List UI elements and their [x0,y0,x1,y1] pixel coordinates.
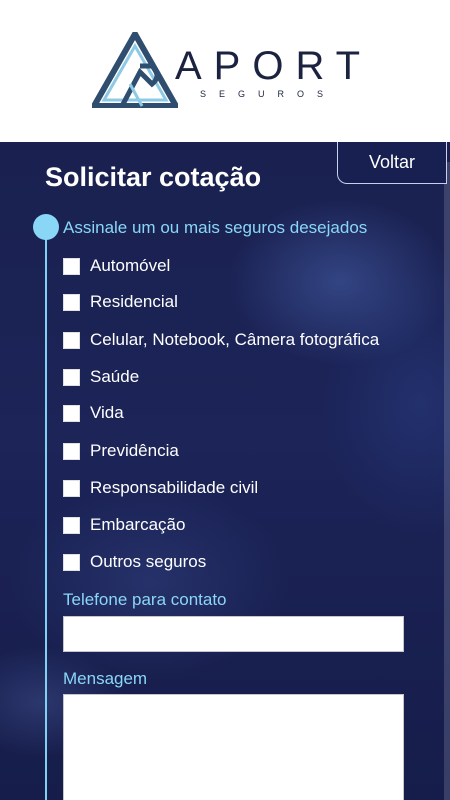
brand-name: APORT [175,44,373,88]
checkbox[interactable] [63,257,80,275]
option-residencial[interactable]: Residencial [63,290,178,314]
option-responsabilidade-civil[interactable]: Responsabilidade civil [63,476,258,500]
option-label: Vida [90,403,124,422]
checkbox[interactable] [63,442,80,460]
option-label: Automóvel [90,256,171,275]
phone-label: Telefone para contato [63,590,227,609]
option-embarcacao[interactable]: Embarcação [63,513,185,537]
timeline-line [45,226,47,800]
checkbox[interactable] [63,368,80,386]
back-button[interactable]: Voltar [337,142,447,184]
quote-form-panel: Solicitar cotação Voltar Assinale um ou … [0,142,450,800]
option-previdencia[interactable]: Previdência [63,439,179,463]
brand-tagline: SEGUROS [200,89,337,99]
header: APORT SEGUROS [0,0,450,142]
page-title: Solicitar cotação [45,162,262,192]
option-label: Saúde [90,367,140,386]
option-label: Previdência [90,441,179,460]
option-automovel[interactable]: Automóvel [63,254,170,278]
option-label: Embarcação [90,515,186,534]
option-vida[interactable]: Vida [63,401,124,425]
message-label: Mensagem [63,669,148,688]
aport-logo-icon [92,32,178,108]
message-textarea[interactable] [63,694,404,800]
option-label: Celular, Notebook, Câmera fotográfica [90,330,380,349]
checkbox[interactable] [63,516,80,534]
scrollbar[interactable] [444,162,450,800]
phone-input[interactable] [63,616,404,652]
checkbox[interactable] [63,331,80,349]
timeline-dot-icon [33,214,59,240]
checkbox[interactable] [63,553,80,571]
option-label: Residencial [90,292,178,311]
checkbox[interactable] [63,404,80,422]
insurance-prompt: Assinale um ou mais seguros desejados [63,218,368,237]
option-outros-seguros[interactable]: Outros seguros [63,550,206,574]
option-saude[interactable]: Saúde [63,365,139,389]
option-label: Responsabilidade civil [90,478,259,497]
checkbox[interactable] [63,293,80,311]
option-celular-notebook-camera[interactable]: Celular, Notebook, Câmera fotográfica [63,328,379,352]
checkbox[interactable] [63,479,80,497]
option-label: Outros seguros [90,552,207,571]
